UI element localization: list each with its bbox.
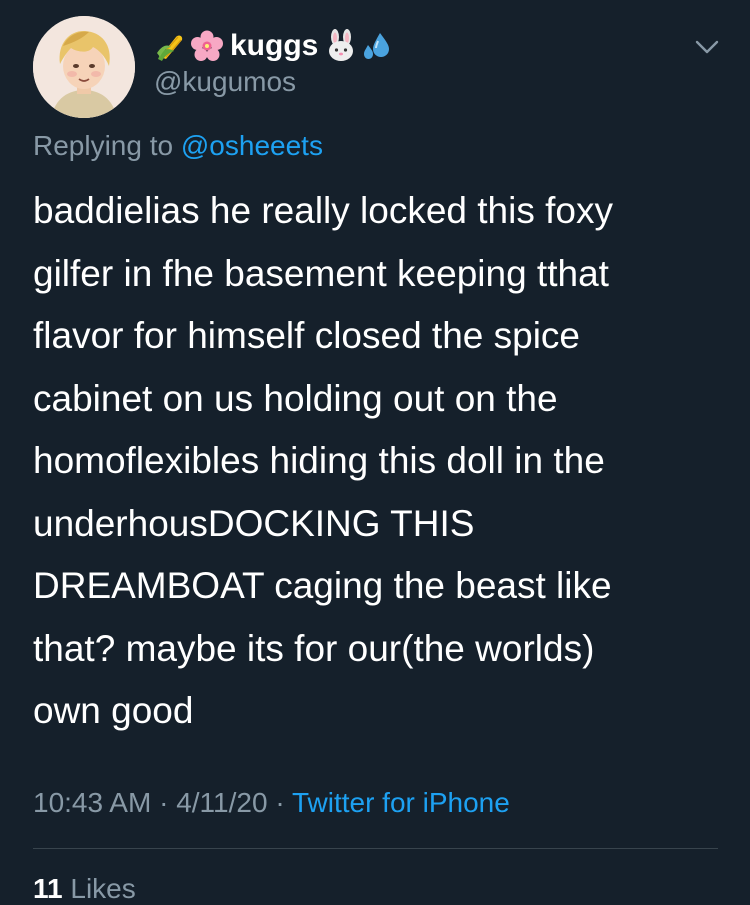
tweet-detail: kuggs @kugumos Replying to @osheeets bad… bbox=[0, 0, 750, 905]
tweet-text: baddielias he really locked this foxy gi… bbox=[33, 190, 613, 731]
meta-separator: · bbox=[267, 787, 292, 818]
author-handle[interactable]: @kugumos bbox=[154, 66, 296, 98]
cherry-blossom-emoji-icon bbox=[191, 30, 223, 61]
corn-emoji-icon bbox=[157, 35, 183, 61]
rabbit-face-emoji-icon bbox=[329, 29, 354, 61]
avatar[interactable] bbox=[33, 16, 135, 118]
divider bbox=[33, 848, 718, 849]
sweat-droplets-emoji-icon bbox=[364, 33, 390, 59]
likes-label: Likes bbox=[70, 873, 136, 904]
tweet-source-link[interactable]: Twitter for iPhone bbox=[292, 787, 510, 818]
likes-count: 11 bbox=[33, 873, 63, 904]
replying-to-label: Replying to bbox=[33, 130, 174, 161]
reply-mention-link[interactable]: @osheeets bbox=[181, 130, 323, 161]
author-name-row[interactable]: kuggs bbox=[154, 26, 396, 66]
replying-to: Replying to @osheeets bbox=[33, 130, 323, 162]
tweet-time[interactable]: 10:43 AM bbox=[33, 787, 151, 818]
display-name: kuggs bbox=[230, 29, 319, 62]
tweet-date[interactable]: 4/11/20 bbox=[176, 787, 267, 818]
meta-separator: · bbox=[151, 787, 177, 818]
chevron-down-icon[interactable] bbox=[690, 30, 724, 64]
likes-stat[interactable]: 11 Likes bbox=[33, 873, 136, 905]
tweet-meta: 10:43 AM · 4/11/20 · Twitter for iPhone bbox=[33, 787, 510, 819]
avatar-illustration bbox=[33, 16, 135, 118]
